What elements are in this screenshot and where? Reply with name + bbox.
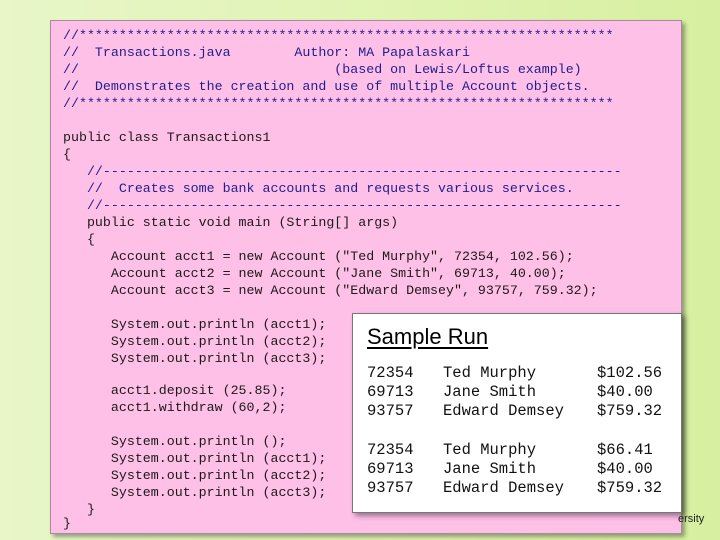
code-line-19: acct1.deposit (25.85); xyxy=(63,383,287,398)
code-line-5: //**************************************… xyxy=(63,96,614,111)
output-1-name-2: Jane Smith xyxy=(443,383,537,401)
output-1-name-1: Ted Murphy xyxy=(443,364,537,382)
output-2-balance-2: $40.00 xyxy=(597,460,653,478)
sample-run-title: Sample Run xyxy=(367,324,489,349)
code-line-9: // Creates some bank accounts and reques… xyxy=(63,181,574,196)
code-line-20: acct1.withdraw (60,2); xyxy=(63,400,287,415)
output-1-id-2: 69713 xyxy=(367,383,414,401)
output-1-id-1: 72354 xyxy=(367,364,414,382)
code-line-3: // (based on Lewis/Loftus example) xyxy=(63,62,582,77)
output-2-name-1: Ted Murphy xyxy=(443,441,537,459)
output-1-balance-2: $40.00 xyxy=(597,383,653,401)
code-line-14: Account acct2 = new Account ("Jane Smith… xyxy=(63,266,566,281)
code-line-15: Account acct3 = new Account ("Edward Dem… xyxy=(63,283,598,298)
output-2-name-2: Jane Smith xyxy=(443,460,537,478)
code-line-12: { xyxy=(63,232,95,247)
sample-run-panel: Sample Run 72354 Ted Murphy $102.56 6971… xyxy=(352,313,682,513)
output-1-name-3: Edward Demsey xyxy=(443,402,564,420)
code-line-6: public class Transactions1 xyxy=(63,130,271,145)
output-2-id-1: 72354 xyxy=(367,441,414,459)
output-1-balance-1: $102.56 xyxy=(597,364,663,382)
code-line-10: //--------------------------------------… xyxy=(63,198,622,213)
output-2-id-2: 69713 xyxy=(367,460,414,478)
code-line-16: System.out.println (acct1); xyxy=(63,317,327,332)
footer-institution-text: ersity xyxy=(678,513,705,525)
code-line-21: System.out.println (); xyxy=(63,434,287,449)
code-line-13: Account acct1 = new Account ("Ted Murphy… xyxy=(63,249,574,264)
output-2-name-3: Edward Demsey xyxy=(443,479,564,497)
code-line-2: // Transactions.java Author: MA Papalask… xyxy=(63,45,470,60)
code-line-22: System.out.println (acct1); xyxy=(63,451,327,466)
code-line-17: System.out.println (acct2); xyxy=(63,334,327,349)
code-line-7: { xyxy=(63,147,71,162)
code-line-26: } xyxy=(63,516,71,531)
code-line-11: public static void main (String[] args) xyxy=(63,215,399,230)
output-2-balance-1: $66.41 xyxy=(597,441,653,459)
output-1-id-3: 93757 xyxy=(367,402,414,420)
output-2-id-3: 93757 xyxy=(367,479,414,497)
code-line-1: //**************************************… xyxy=(63,28,614,43)
output-2-balance-3: $759.32 xyxy=(597,479,663,497)
output-1-balance-3: $759.32 xyxy=(597,402,663,420)
code-line-8: //--------------------------------------… xyxy=(63,164,622,179)
code-line-18: System.out.println (acct3); xyxy=(63,351,327,366)
code-line-24: System.out.println (acct3); xyxy=(63,485,327,500)
code-line-23: System.out.println (acct2); xyxy=(63,468,327,483)
code-line-4: // Demonstrates the creation and use of … xyxy=(63,79,590,94)
